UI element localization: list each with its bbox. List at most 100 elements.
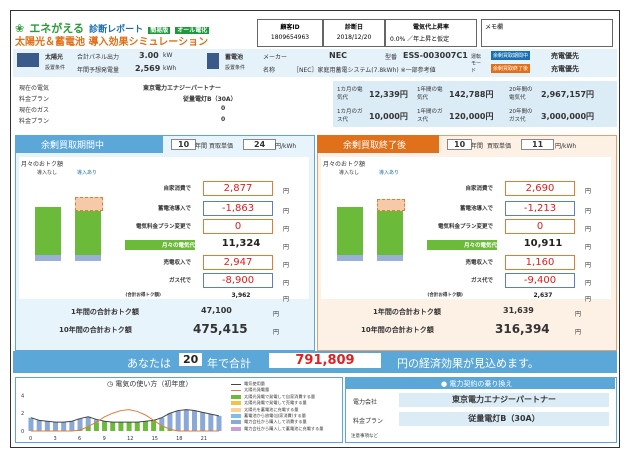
left-panel-item-unit: 円 — [283, 262, 290, 269]
mode2-tag: 余剰買取終了後 — [491, 64, 531, 73]
twenty-gas-value: 3,000,000円 — [541, 112, 595, 121]
current-gas-value: 0 — [221, 105, 226, 112]
current-gas-plan-value: 0 — [221, 116, 226, 123]
right-price-unit: 円/kWh — [555, 143, 577, 150]
usage-x-tick: 9 — [103, 436, 106, 441]
name-value: ［NEC］家庭用蓄電システム(7.8kWh) ※一部参考値 — [293, 67, 436, 74]
usage-bar-self — [102, 421, 108, 431]
right-col-before: 導入なし — [339, 170, 360, 176]
usage-bar-buy — [53, 422, 59, 431]
usage-y-tick: 4 — [21, 393, 24, 399]
current-elec-value: 東京電力エナジーパートナー — [143, 85, 221, 92]
year-gas-value: 120,000円 — [449, 112, 494, 121]
left-panel-item-value: 3,962 — [231, 292, 251, 299]
right-years-input[interactable]: 10 — [447, 139, 473, 150]
left-bar-after-base — [75, 255, 101, 261]
left-panel-item-unit: 円 — [283, 244, 290, 251]
year-gas-label: 1年間のガス代 — [417, 109, 443, 123]
month-gas-label: 1カ月のガス代 — [337, 109, 363, 123]
usage-bar-buy — [69, 421, 75, 431]
usage-bar-self — [142, 421, 148, 431]
usage-bar-buy — [77, 418, 83, 431]
right-chart-title: 月々のおトク額 — [323, 161, 366, 168]
usage-x-tick: 18 — [176, 436, 182, 441]
gen-value: 2,569 — [135, 64, 161, 73]
date-label: 診断日 — [344, 24, 363, 31]
left-price-input[interactable]: 24 — [243, 139, 277, 150]
usage-bar-buy — [28, 417, 34, 431]
battery-sub: 設置条件 — [225, 65, 246, 71]
panel-value: 3.00 — [139, 51, 159, 60]
left-year-label: 1年間の合計おトク額 — [71, 308, 139, 316]
mode2-value: 充電優先 — [551, 65, 579, 73]
left-panel-item-value: 2,947 — [203, 255, 273, 270]
right-panel-item-label: 電気料金プラン変更で — [437, 224, 493, 230]
usage-bar-buy — [36, 420, 42, 431]
right-panel-item-value: 10,911 — [523, 238, 563, 249]
usage-bar-self — [110, 422, 116, 431]
right-panel-item-value: 2,690 — [505, 181, 575, 196]
left-panel-item-unit: 円 — [283, 296, 290, 303]
contract-title: ● 電力契約の乗り換え — [441, 379, 512, 389]
summary-amount: 791,809 — [269, 353, 381, 368]
legend-swatch — [231, 389, 241, 391]
panel-unit: kW — [163, 52, 173, 59]
summary-post: 円の経済効果が見込めます。 — [397, 357, 539, 370]
right-panel-item-unit: 円 — [585, 262, 592, 269]
rate-box: 電気代上昇率 0.0% ／年上昇と仮定 — [385, 19, 477, 47]
right-price-label: 買取単価 — [487, 143, 512, 150]
usage-bar-buy — [183, 409, 189, 431]
usage-bar-self — [126, 422, 132, 431]
contract-title-text: 電力契約の乗り換え — [449, 380, 513, 388]
usage-chart: 4 2 00 3 6 9 12 15 18 21 — [21, 393, 222, 441]
usage-bar-buy — [61, 422, 67, 431]
usage-x-tick: 0 — [29, 436, 32, 441]
right-panel-item-label: 月々の電気代 — [427, 240, 497, 250]
left-year-unit: 円 — [273, 311, 280, 318]
right-bar-after — [377, 211, 403, 255]
usage-legend-item: 電力会社から購入して蓄電池に充電する量 — [231, 426, 339, 432]
customer-id-box: 顧客ID 1809654963 — [257, 19, 323, 47]
left-chart-title: 月々のおトク額 — [21, 161, 64, 168]
left-years-input[interactable]: 10 — [171, 139, 197, 150]
left-panel-item-value: 0 — [203, 219, 273, 234]
current-gas-label: 現在のガス — [19, 107, 50, 114]
right-panel-item-label: ガス代で — [470, 278, 493, 284]
memo-label: メモ欄 — [485, 24, 504, 31]
summary-years: 20 — [179, 353, 203, 366]
legend-swatch — [231, 420, 241, 425]
current-info: 現在の電気 東京電力エナジーパートナー 料金プラン 従量電灯B（30A） 現在の… — [13, 81, 617, 127]
usage-bar-buy — [167, 413, 173, 430]
month-elec-label: 1カ月の電気代 — [337, 87, 363, 101]
right-panel-item-value: -9,400 — [505, 273, 575, 288]
year-elec-value: 142,788円 — [449, 90, 494, 99]
memo-box[interactable]: メモ欄 — [481, 19, 613, 47]
left-panel-item-label: 自家消費で — [163, 186, 191, 192]
usage-x-tick: 12 — [127, 436, 133, 441]
year-elec-label: 1年間の電気代 — [417, 87, 443, 101]
current-plan-label: 料金プラン — [19, 96, 50, 103]
contract-plan-value: 従量電灯B（30A） — [399, 412, 609, 426]
solar-line — [31, 409, 219, 432]
summary-mid: 年で合計 — [207, 357, 251, 370]
right-panel-item-value: 2,637 — [533, 292, 553, 299]
right-panel-title: 余剰買取終了後 — [343, 141, 407, 151]
legend-label: 太陽光を蓄電池に充電する量 — [244, 406, 299, 412]
usage-bar-self — [118, 422, 124, 431]
month-elec-value: 12,339円 — [369, 90, 408, 99]
left-panel-item-unit: 円 — [283, 226, 290, 233]
twenty-elec-label: 20年間の電気代 — [509, 87, 533, 101]
right-price-input[interactable]: 11 — [521, 139, 555, 150]
mode1-value: 売電優先 — [551, 52, 579, 60]
usage-bar-buy — [200, 412, 206, 431]
left-panel-item-value: -1,863 — [203, 201, 273, 216]
right-panel-item-unit: 円 — [585, 188, 592, 195]
left-panel-head: 余剰買取期間中 — [15, 135, 163, 153]
legend-label: 太陽光発電で発電して売電する量 — [244, 400, 307, 406]
rate-value: 0.0% ／年上昇と仮定 — [390, 36, 450, 43]
left-panel-item-unit: 円 — [283, 208, 290, 215]
report-sheet: ❀ エネがえる 診断レポート 簡易版 オール電化 太陽光＆蓄電池 導入効果シミュ… — [10, 10, 620, 448]
gen-label: 年間予想発電量 — [77, 67, 120, 74]
left-panel-item-unit: 円 — [283, 280, 290, 287]
usage-bar-buy — [44, 421, 50, 431]
